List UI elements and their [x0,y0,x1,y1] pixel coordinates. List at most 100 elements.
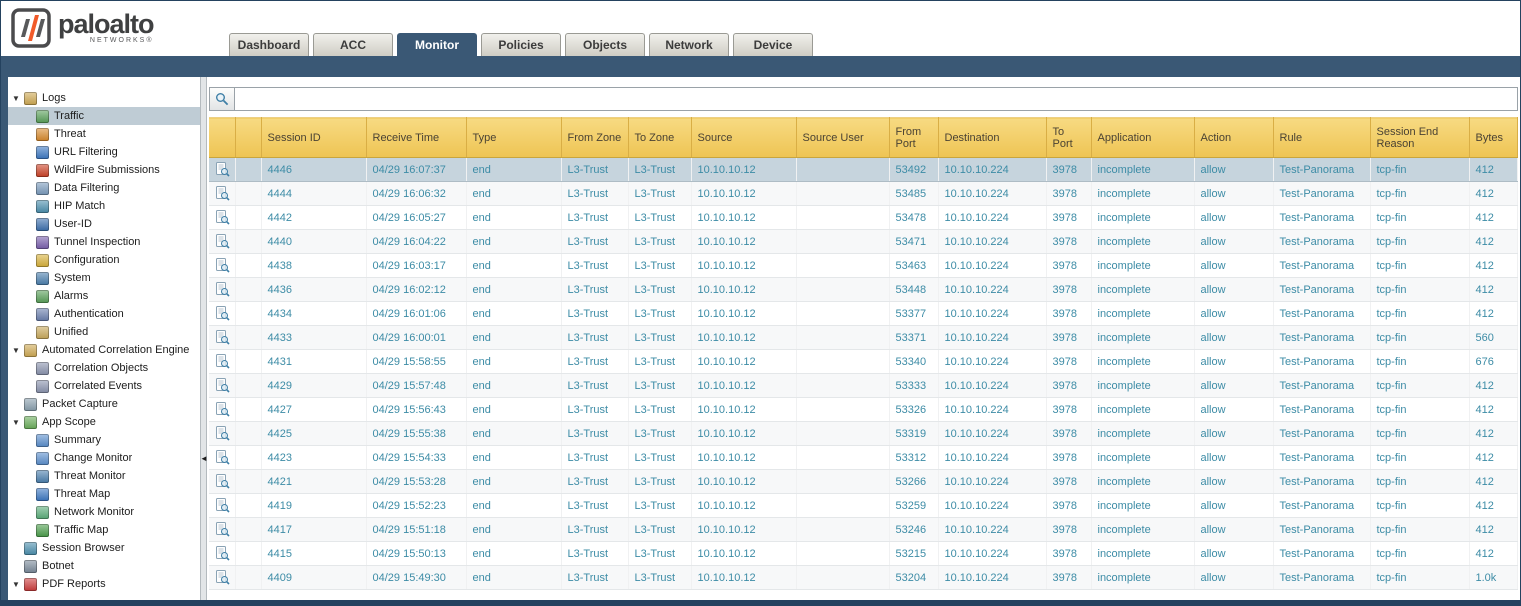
sidebar-item-tunnel-inspection[interactable]: Tunnel Inspection [8,233,200,251]
log-row[interactable]: 442104/29 15:53:28endL3-TrustL3-Trust10.… [209,470,1518,494]
log-detail-magnifier-icon[interactable] [215,306,230,321]
log-row[interactable]: 442704/29 15:56:43endL3-TrustL3-Trust10.… [209,398,1518,422]
log-detail-magnifier-icon[interactable] [215,162,230,177]
log-detail-magnifier-icon[interactable] [215,450,230,465]
log-row[interactable]: 441904/29 15:52:23endL3-TrustL3-Trust10.… [209,494,1518,518]
sidebar-item-summary[interactable]: Summary [8,431,200,449]
sidebar-item-pdf-reports[interactable]: ▼PDF Reports [8,575,200,593]
log-row[interactable]: 441504/29 15:50:13endL3-TrustL3-Trust10.… [209,542,1518,566]
column-header-destination[interactable]: Destination [938,118,1046,158]
sidebar-item-system[interactable]: System [8,269,200,287]
sidebar-item-threat-monitor[interactable]: Threat Monitor [8,467,200,485]
bottom-border [1,600,1520,605]
column-header-to-port[interactable]: To Port [1046,118,1091,158]
cell-receive_time: 04/29 15:51:18 [366,518,466,542]
log-detail-magnifier-icon[interactable] [215,234,230,249]
log-detail-magnifier-icon[interactable] [215,330,230,345]
sidebar-item-session-browser[interactable]: Session Browser [8,539,200,557]
search-button[interactable] [209,87,235,111]
log-detail-magnifier-icon[interactable] [215,570,230,585]
sidebar-item-traffic-map[interactable]: Traffic Map [8,521,200,539]
log-detail-magnifier-icon[interactable] [215,546,230,561]
column-header-session-end-reason[interactable]: Session End Reason [1370,118,1469,158]
log-row[interactable]: 443404/29 16:01:06endL3-TrustL3-Trust10.… [209,302,1518,326]
sidebar-item-configuration[interactable]: Configuration [8,251,200,269]
sidebar-item-wildfire-submissions[interactable]: WildFire Submissions [8,161,200,179]
sidebar-item-authentication[interactable]: Authentication [8,305,200,323]
column-header-bytes[interactable]: Bytes [1469,118,1518,158]
sidebar-item-hip-match[interactable]: HIP Match [8,197,200,215]
log-row[interactable]: 443604/29 16:02:12endL3-TrustL3-Trust10.… [209,278,1518,302]
log-detail-magnifier-icon[interactable] [215,210,230,225]
cell-from_port: 53259 [889,494,938,518]
column-header-source-user[interactable]: Source User [796,118,889,158]
log-filter-input[interactable] [235,87,1518,111]
column-header-session-id[interactable]: Session ID [261,118,366,158]
column-header-source[interactable]: Source [691,118,796,158]
log-detail-magnifier-icon[interactable] [215,186,230,201]
tab-device[interactable]: Device [733,33,813,56]
log-row[interactable]: 443104/29 15:58:55endL3-TrustL3-Trust10.… [209,350,1518,374]
log-row[interactable]: 441704/29 15:51:18endL3-TrustL3-Trust10.… [209,518,1518,542]
cell-bytes: 412 [1469,302,1518,326]
log-row[interactable]: 443804/29 16:03:17endL3-TrustL3-Trust10.… [209,254,1518,278]
collapse-sidebar-icon[interactable]: ◄ [200,454,208,463]
log-detail-magnifier-icon[interactable] [215,258,230,273]
column-header-rule[interactable]: Rule [1273,118,1370,158]
sidebar-item-logs[interactable]: ▼Logs [8,89,200,107]
log-detail-magnifier-icon[interactable] [215,426,230,441]
sidebar-item-automated-correlation-engine[interactable]: ▼Automated Correlation Engine [8,341,200,359]
sidebar-item-alarms[interactable]: Alarms [8,287,200,305]
log-detail-magnifier-icon[interactable] [215,522,230,537]
sidebar-item-network-monitor[interactable]: Network Monitor [8,503,200,521]
expand-collapse-icon[interactable]: ▼ [12,346,24,355]
log-row[interactable]: 444204/29 16:05:27endL3-TrustL3-Trust10.… [209,206,1518,230]
column-header-to-zone[interactable]: To Zone [628,118,691,158]
sidebar-item-threat[interactable]: Threat [8,125,200,143]
log-detail-magnifier-icon[interactable] [215,354,230,369]
tab-acc[interactable]: ACC [313,33,393,56]
sidebar-item-unified[interactable]: Unified [8,323,200,341]
log-detail-magnifier-icon[interactable] [215,498,230,513]
column-header-from-zone[interactable]: From Zone [561,118,628,158]
log-row[interactable]: 444604/29 16:07:37endL3-TrustL3-Trust10.… [209,158,1518,182]
tab-network[interactable]: Network [649,33,729,56]
log-row[interactable]: 442304/29 15:54:33endL3-TrustL3-Trust10.… [209,446,1518,470]
sidebar-item-packet-capture[interactable]: Packet Capture [8,395,200,413]
sidebar-item-url-filtering[interactable]: URL Filtering [8,143,200,161]
sidebar-splitter[interactable]: ◄ [200,77,207,600]
log-row[interactable]: 444004/29 16:04:22endL3-TrustL3-Trust10.… [209,230,1518,254]
tab-dashboard[interactable]: Dashboard [229,33,309,56]
log-row[interactable]: 442904/29 15:57:48endL3-TrustL3-Trust10.… [209,374,1518,398]
expand-collapse-icon[interactable]: ▼ [12,94,24,103]
tab-objects[interactable]: Objects [565,33,645,56]
cell-source_user [796,326,889,350]
sidebar-item-correlated-events[interactable]: Correlated Events [8,377,200,395]
log-row[interactable]: 444404/29 16:06:32endL3-TrustL3-Trust10.… [209,182,1518,206]
log-row[interactable]: 442504/29 15:55:38endL3-TrustL3-Trust10.… [209,422,1518,446]
log-row[interactable]: 440904/29 15:49:30endL3-TrustL3-Trust10.… [209,566,1518,590]
sidebar-item-app-scope[interactable]: ▼App Scope [8,413,200,431]
sidebar-item-botnet[interactable]: Botnet [8,557,200,575]
sidebar-item-correlation-objects[interactable]: Correlation Objects [8,359,200,377]
sidebar-item-change-monitor[interactable]: Change Monitor [8,449,200,467]
log-detail-magnifier-icon[interactable] [215,378,230,393]
tab-monitor[interactable]: Monitor [397,33,477,56]
expand-collapse-icon[interactable]: ▼ [12,580,24,589]
expand-collapse-icon[interactable]: ▼ [12,418,24,427]
log-detail-magnifier-icon[interactable] [215,282,230,297]
log-row[interactable]: 443304/29 16:00:01endL3-TrustL3-Trust10.… [209,326,1518,350]
log-detail-magnifier-icon[interactable] [215,402,230,417]
sidebar-item-user-id[interactable]: User-ID [8,215,200,233]
sidebar-item-threat-map[interactable]: Threat Map [8,485,200,503]
cell-session_id: 4415 [261,542,366,566]
column-header-application[interactable]: Application [1091,118,1194,158]
column-header-type[interactable]: Type [466,118,561,158]
sidebar-item-data-filtering[interactable]: Data Filtering [8,179,200,197]
column-header-receive-time[interactable]: Receive Time [366,118,466,158]
log-detail-magnifier-icon[interactable] [215,474,230,489]
column-header-action[interactable]: Action [1194,118,1273,158]
sidebar-item-traffic[interactable]: Traffic [8,107,200,125]
tab-policies[interactable]: Policies [481,33,561,56]
column-header-from-port[interactable]: From Port [889,118,938,158]
